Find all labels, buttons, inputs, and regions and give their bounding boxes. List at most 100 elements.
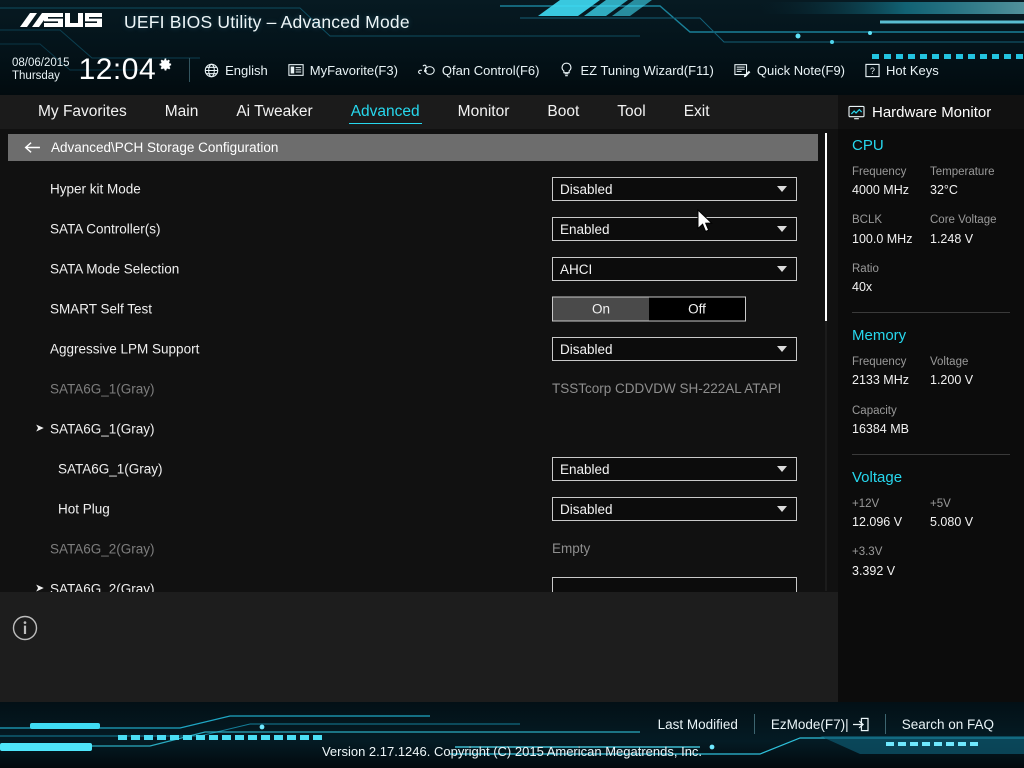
setting-row-hyper-kit-mode[interactable]: Hyper kit Mode Disabled <box>0 169 838 209</box>
setting-row-sata6g-1-submenu[interactable]: ➤ SATA6G_1(Gray) <box>0 409 838 449</box>
gear-icon[interactable] <box>158 57 173 77</box>
tab-tool[interactable]: Tool <box>615 95 647 129</box>
question-box-icon: ? <box>865 63 880 78</box>
toggle-option-off[interactable]: Off <box>649 298 745 321</box>
tab-exit[interactable]: Exit <box>682 95 712 129</box>
hwm-key: Frequency <box>852 164 930 181</box>
hwm-key: +12V <box>852 496 930 513</box>
hwm-entry: +12V 12.096 V <box>852 496 930 531</box>
note-pencil-icon <box>734 63 751 78</box>
setting-label: SATA6G_2(Gray) <box>50 542 155 557</box>
header-item-hot-keys[interactable]: ? Hot Keys <box>865 63 939 78</box>
setting-row-sata-controllers[interactable]: SATA Controller(s) Enabled <box>0 209 838 249</box>
settings-content-area: Advanced\PCH Storage Configuration Hyper… <box>0 129 838 592</box>
hwm-entry: Capacity 16384 MB <box>852 403 1012 438</box>
weekday-text: Thursday <box>12 70 70 83</box>
header-item-english[interactable]: English <box>204 63 268 78</box>
footer-bar: Last Modified EzMode(F7)| Search on FAQ … <box>0 702 1024 768</box>
hwm-section-cpu: CPU Frequency 4000 MHz Temperature 32°C … <box>838 137 1024 309</box>
hwm-key: Capacity <box>852 403 1012 420</box>
setting-label: SATA6G_2(Gray) <box>50 582 155 593</box>
hwm-key: +3.3V <box>852 544 1012 561</box>
dropdown-sata6g-1-enable[interactable]: Enabled <box>552 457 797 481</box>
dropdown-hyper-kit-mode[interactable]: Disabled <box>552 177 797 201</box>
bios-screen: UEFI BIOS Utility – Advanced Mode 08/06/… <box>0 0 1024 768</box>
dropdown-aggressive-lpm-support[interactable]: Disabled <box>552 337 797 361</box>
back-arrow-icon[interactable] <box>24 141 41 154</box>
hwm-section-title: Voltage <box>852 469 1024 486</box>
setting-value: Empty <box>552 540 590 558</box>
dropdown-hot-plug[interactable]: Disabled <box>552 497 797 521</box>
header-divider <box>189 58 190 82</box>
dropdown-sata-controllers[interactable]: Enabled <box>552 217 797 241</box>
hwm-key: Voltage <box>930 354 1008 371</box>
setting-row-smart-self-test[interactable]: SMART Self Test On Off <box>0 289 838 329</box>
toggle-option-on[interactable]: On <box>553 298 649 321</box>
toggle-smart-self-test[interactable]: On Off <box>552 297 746 322</box>
hwm-key: Core Voltage <box>930 212 1008 229</box>
page-title: UEFI BIOS Utility – Advanced Mode <box>124 12 410 33</box>
hwm-section-title: CPU <box>852 137 1024 154</box>
tab-my-favorites[interactable]: My Favorites <box>36 95 129 129</box>
header-item-label: Hot Keys <box>886 63 939 78</box>
device-name-text: TSSTcorp CDDVDW SH-222AL ATAPI <box>552 381 781 396</box>
dropdown-value: Enabled <box>560 462 610 477</box>
version-text: Version 2.17.1246. Copyright (C) 2015 Am… <box>0 744 1024 759</box>
tab-ai-tweaker[interactable]: Ai Tweaker <box>234 95 314 129</box>
setting-control[interactable]: Disabled <box>552 177 797 201</box>
lightbulb-icon <box>559 62 574 78</box>
setting-control[interactable]: Disabled <box>552 497 797 521</box>
setting-control[interactable]: Enabled <box>552 457 797 481</box>
hwm-key: Frequency <box>852 354 930 371</box>
content-scrollbar[interactable] <box>825 133 827 591</box>
device-name-text: Empty <box>552 541 590 556</box>
setting-control[interactable]: AHCI <box>552 257 797 281</box>
footer-link-last-modified[interactable]: Last Modified <box>658 717 738 732</box>
tab-advanced[interactable]: Advanced <box>349 95 422 129</box>
header-item-ez-tuning-wizard[interactable]: EZ Tuning Wizard(F11) <box>559 62 713 78</box>
setting-row-aggressive-lpm-support[interactable]: Aggressive LPM Support Disabled <box>0 329 838 369</box>
setting-row-hot-plug[interactable]: Hot Plug Disabled <box>0 489 838 529</box>
hardware-monitor-header: Hardware Monitor <box>838 95 1024 129</box>
tab-main[interactable]: Main <box>163 95 201 129</box>
setting-control[interactable]: Enabled <box>552 217 797 241</box>
footer-link-search-faq[interactable]: Search on FAQ <box>902 717 994 732</box>
header-item-quick-note[interactable]: Quick Note(F9) <box>734 63 845 78</box>
chevron-down-icon <box>777 346 787 352</box>
footer-links: Last Modified EzMode(F7)| Search on FAQ <box>642 714 1010 734</box>
setting-label: Hyper kit Mode <box>50 182 141 197</box>
dropdown-partially-visible[interactable] <box>552 577 797 592</box>
header-item-myfavorite[interactable]: MyFavorite(F3) <box>288 63 398 78</box>
setting-label: SATA6G_1(Gray) <box>50 382 155 397</box>
setting-row-sata6g-1-device: SATA6G_1(Gray) TSSTcorp CDDVDW SH-222AL … <box>0 369 838 409</box>
fan-icon <box>418 63 436 78</box>
hwm-key: Ratio <box>852 261 1012 278</box>
hwm-value: 1.248 V <box>930 230 1008 248</box>
footer-link-ezmode[interactable]: EzMode(F7)| <box>771 717 869 732</box>
hwm-entry: Temperature 32°C <box>930 164 1008 199</box>
dropdown-sata-mode-selection[interactable]: AHCI <box>552 257 797 281</box>
exit-arrow-icon <box>852 717 869 732</box>
hwm-value: 2133 MHz <box>852 371 930 389</box>
hwm-section-title: Memory <box>852 327 1024 344</box>
header-item-qfan-control[interactable]: Qfan Control(F6) <box>418 63 540 78</box>
hwm-value: 40x <box>852 278 1012 296</box>
list-document-icon <box>288 63 304 77</box>
tab-monitor[interactable]: Monitor <box>456 95 512 129</box>
hwm-entry: Frequency 2133 MHz <box>852 354 930 389</box>
info-circle-icon[interactable] <box>12 615 38 646</box>
breadcrumb[interactable]: Advanced\PCH Storage Configuration <box>8 134 818 161</box>
setting-label: SMART Self Test <box>50 302 152 317</box>
hwm-key: +5V <box>930 496 1008 513</box>
tab-boot[interactable]: Boot <box>545 95 581 129</box>
setting-control[interactable]: On Off <box>552 297 746 322</box>
setting-row-sata6g-1-enable[interactable]: SATA6G_1(Gray) Enabled <box>0 449 838 489</box>
setting-row-sata-mode-selection[interactable]: SATA Mode Selection AHCI <box>0 249 838 289</box>
scrollbar-thumb[interactable] <box>825 133 827 321</box>
setting-control[interactable]: Disabled <box>552 337 797 361</box>
hwm-value: 5.080 V <box>930 513 1008 531</box>
setting-label: SATA Controller(s) <box>50 222 161 237</box>
hwm-divider <box>852 312 1010 313</box>
hwm-key: Temperature <box>930 164 1008 181</box>
globe-icon <box>204 63 219 78</box>
